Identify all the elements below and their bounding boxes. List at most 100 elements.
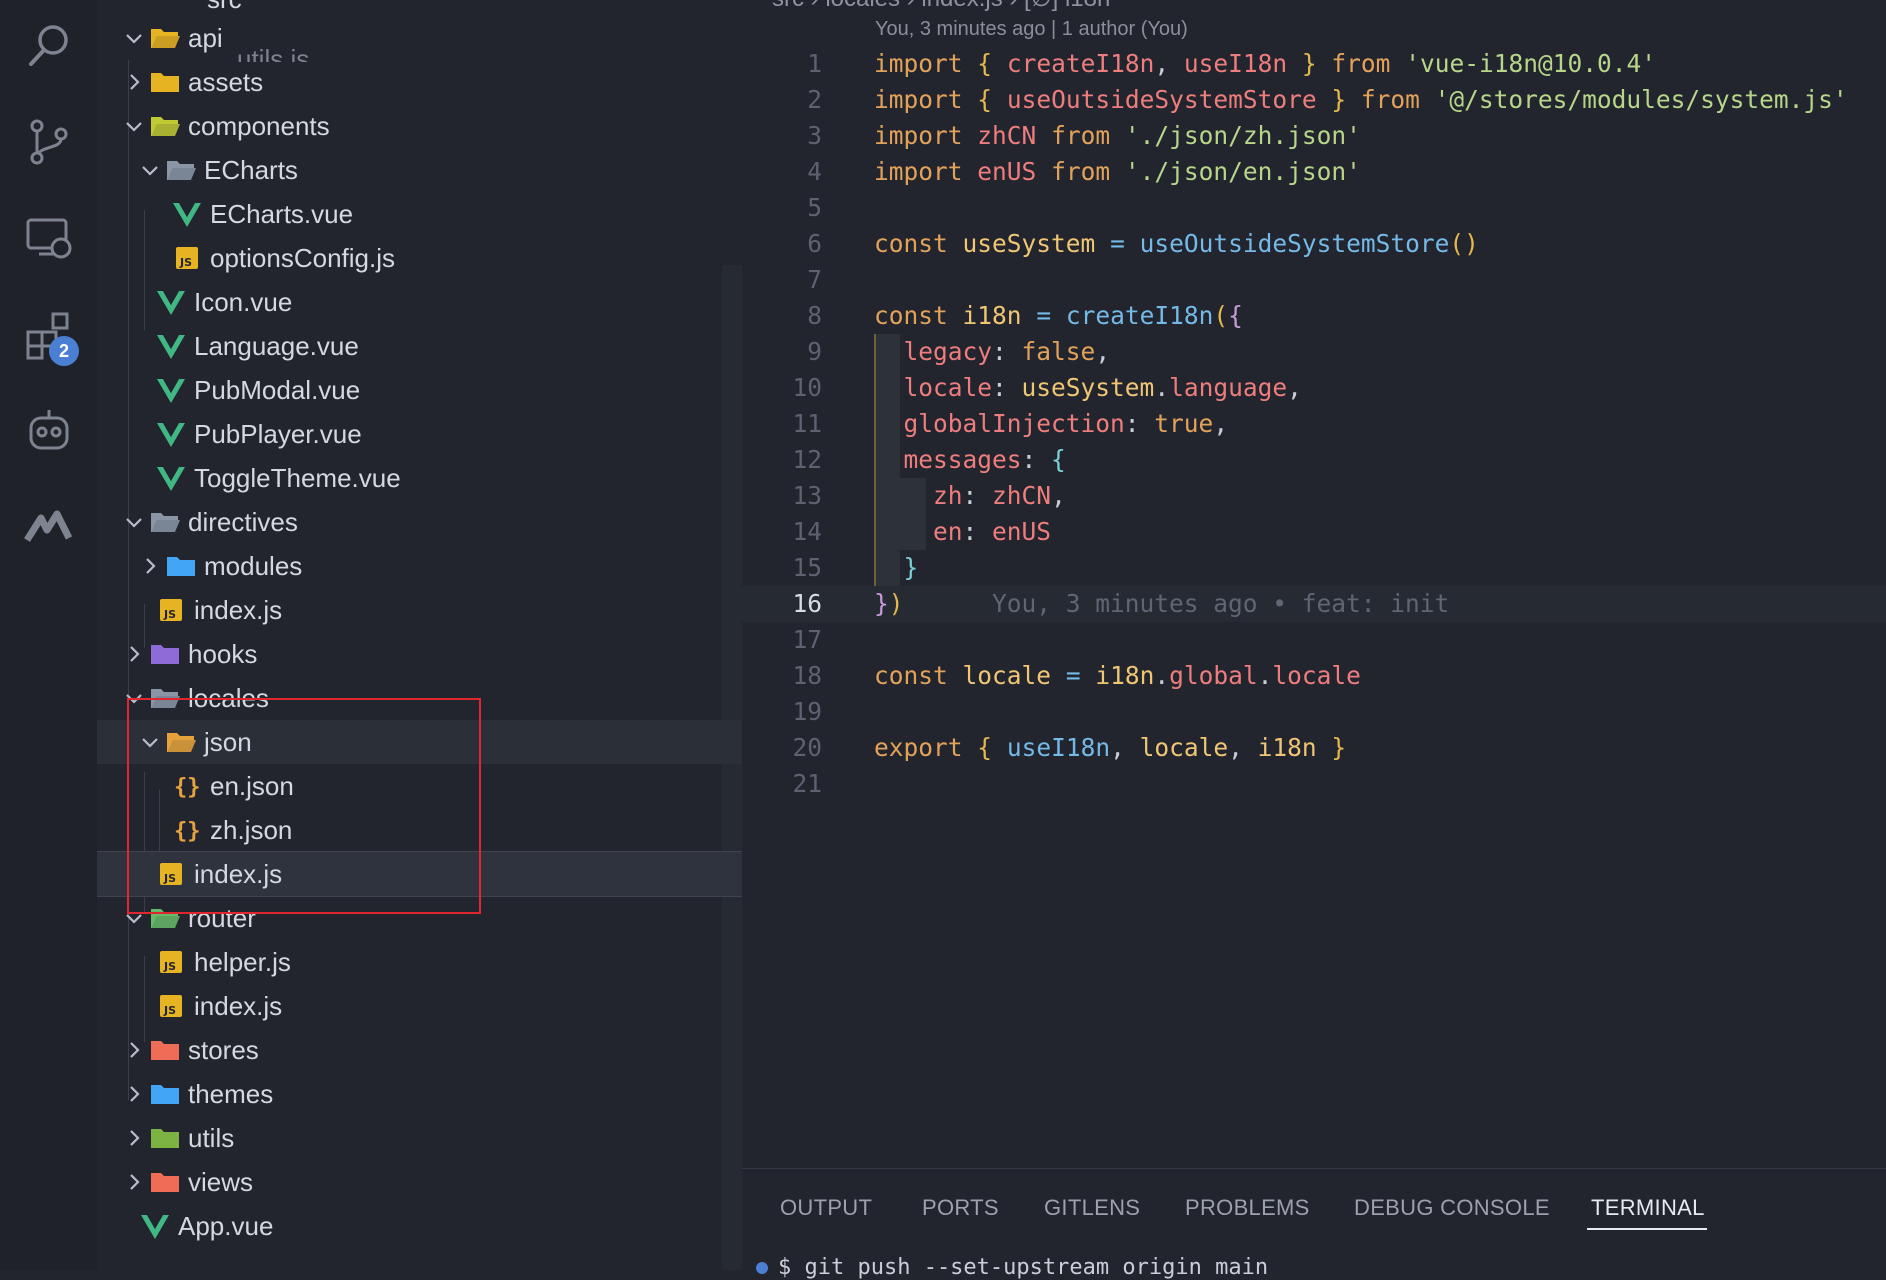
line-code: const locale = i18n.global.locale — [874, 661, 1361, 690]
tab-problems[interactable]: PROBLEMS — [1185, 1195, 1310, 1221]
folder-row-api[interactable]: api — [97, 16, 742, 60]
line-code: const useSystem = useOutsideSystemStore(… — [874, 229, 1479, 258]
chevron-right-icon[interactable] — [123, 643, 145, 665]
folder-row-themes[interactable]: themes — [97, 1072, 742, 1116]
code-line[interactable]: 7 — [742, 262, 1886, 298]
breadcrumb[interactable]: src › locales › index.js › [∅] i18n — [772, 0, 1110, 13]
file-row-echarts-vue[interactable]: ECharts.vue — [97, 192, 742, 236]
line-code: en: enUS — [933, 517, 1052, 546]
line-code: legacy: false, — [903, 337, 1111, 366]
inline-blame: You, 3 minutes ago • feat: init — [903, 589, 1450, 618]
folder-row-views[interactable]: views — [97, 1160, 742, 1204]
tab-debug-console[interactable]: DEBUG CONSOLE — [1354, 1195, 1550, 1221]
vue-file-icon — [155, 463, 187, 493]
file-row-toggletheme-vue[interactable]: ToggleTheme.vue — [97, 456, 742, 500]
code-line[interactable]: 21 — [742, 766, 1886, 802]
folder-views-icon — [149, 1167, 181, 1197]
tree-item-label: hooks — [188, 639, 258, 669]
code-line[interactable]: 12 messages: { — [742, 442, 1886, 478]
code-line[interactable]: 11 globalInjection: true, — [742, 406, 1886, 442]
gitlens-icon[interactable] — [0, 486, 97, 566]
partial-utils-label: utils.js — [237, 44, 310, 62]
code-line[interactable]: 4 import enUS from './json/en.json' — [742, 154, 1886, 190]
chevron-right-icon[interactable] — [123, 1083, 145, 1105]
folder-row-directives[interactable]: directives — [97, 500, 742, 544]
chevron-down-icon[interactable] — [123, 27, 145, 49]
file-row-language-vue[interactable]: Language.vue — [97, 324, 742, 368]
tab-ports[interactable]: PORTS — [922, 1195, 999, 1221]
code-line[interactable]: 3 import zhCN from './json/zh.json' — [742, 118, 1886, 154]
folder-row-stores[interactable]: stores — [97, 1028, 742, 1072]
folder-row-echarts[interactable]: ECharts — [97, 148, 742, 192]
code-line[interactable]: 9 legacy: false, — [742, 334, 1886, 370]
tree-item-label: stores — [188, 1035, 259, 1065]
tree-item-label: index.js — [194, 595, 283, 625]
codelens-blame[interactable]: You, 3 minutes ago | 1 author (You) — [875, 18, 1188, 41]
remote-explorer-icon[interactable] — [0, 198, 97, 278]
folder-row-components[interactable]: components — [97, 104, 742, 148]
search-icon[interactable] — [0, 6, 97, 86]
code-line[interactable]: 2 import { useOutsideSystemStore } from '… — [742, 82, 1886, 118]
explorer-sidebar: api assets components ECharts ECharts.vue JS o… — [97, 0, 742, 1270]
file-row-index-js[interactable]: JS index.js — [97, 588, 742, 632]
extensions-icon[interactable]: 2 — [0, 296, 97, 376]
partial-src-label: src — [207, 0, 242, 15]
folder-row-utils[interactable]: utils — [97, 1116, 742, 1160]
code-line[interactable]: 17 — [742, 622, 1886, 658]
vue-file-icon — [139, 1211, 171, 1241]
tree-item-label: modules — [204, 551, 303, 581]
file-row-index-js[interactable]: JS index.js — [97, 984, 742, 1028]
folder-utils-icon — [149, 1123, 181, 1153]
folder-hooks-icon — [149, 639, 181, 669]
line-code: import { useOutsideSystemStore } from '@… — [874, 85, 1848, 114]
code-editor[interactable]: src › locales › index.js › [∅] i18n You,… — [742, 0, 1886, 1168]
copilot-icon[interactable] — [0, 390, 97, 470]
code-line[interactable]: 16}) You, 3 minutes ago • feat: init — [742, 586, 1886, 622]
folder-row-modules[interactable]: modules — [97, 544, 742, 588]
file-row-pubplayer-vue[interactable]: PubPlayer.vue — [97, 412, 742, 456]
chevron-right-icon[interactable] — [139, 555, 161, 577]
file-row-helper-js[interactable]: JS helper.js — [97, 940, 742, 984]
code-line[interactable]: 5 — [742, 190, 1886, 226]
line-code: } — [903, 553, 919, 582]
tree-item-label: PubPlayer.vue — [194, 419, 362, 449]
code-line[interactable]: 6 const useSystem = useOutsideSystemStore… — [742, 226, 1886, 262]
tab-terminal[interactable]: TERMINAL — [1591, 1195, 1705, 1221]
chevron-down-icon[interactable] — [139, 159, 161, 181]
line-code: import { createI18n, useI18n } from 'vue… — [874, 49, 1656, 78]
svg-text:JS: JS — [163, 1004, 176, 1017]
file-row-icon-vue[interactable]: Icon.vue — [97, 280, 742, 324]
code-line[interactable]: 8 const i18n = createI18n({ — [742, 298, 1886, 334]
chevron-down-icon[interactable] — [123, 115, 145, 137]
vue-file-icon — [155, 287, 187, 317]
chevron-right-icon[interactable] — [123, 1171, 145, 1193]
folder-row-assets[interactable]: assets — [97, 60, 742, 104]
file-row-app-vue[interactable]: App.vue — [97, 1204, 742, 1248]
chevron-right-icon[interactable] — [123, 1127, 145, 1149]
code-line[interactable]: 1 import { createI18n, useI18n } from 'vu… — [742, 46, 1886, 82]
source-control-icon[interactable] — [0, 102, 97, 182]
line-number: 3 — [807, 121, 822, 150]
chevron-right-icon[interactable] — [123, 1039, 145, 1061]
code-line[interactable]: 14 en: enUS — [742, 514, 1886, 550]
tab-gitlens[interactable]: GITLENS — [1044, 1195, 1140, 1221]
file-row-optionsconfig-js[interactable]: JS optionsConfig.js — [97, 236, 742, 280]
code-line[interactable]: 10 locale: useSystem.language, — [742, 370, 1886, 406]
line-number: 18 — [792, 661, 822, 690]
folder-row-hooks[interactable]: hooks — [97, 632, 742, 676]
chevron-right-icon[interactable] — [123, 71, 145, 93]
code-line[interactable]: 20 export { useI18n, locale, i18n } — [742, 730, 1886, 766]
folder-icon — [149, 507, 181, 537]
chevron-down-icon[interactable] — [123, 511, 145, 533]
file-row-pubmodal-vue[interactable]: PubModal.vue — [97, 368, 742, 412]
tree-item-label: directives — [188, 507, 298, 537]
line-number: 4 — [807, 157, 822, 186]
tab-output[interactable]: OUTPUT — [780, 1195, 872, 1221]
terminal-line[interactable]: $ git push --set-upstream origin main — [756, 1255, 1268, 1280]
code-line[interactable]: 15 } — [742, 550, 1886, 586]
code-line[interactable]: 19 — [742, 694, 1886, 730]
code-line[interactable]: 13 zh: zhCN, — [742, 478, 1886, 514]
line-number: 8 — [807, 301, 822, 330]
svg-text:JS: JS — [163, 608, 176, 621]
code-line[interactable]: 18 const locale = i18n.global.locale — [742, 658, 1886, 694]
